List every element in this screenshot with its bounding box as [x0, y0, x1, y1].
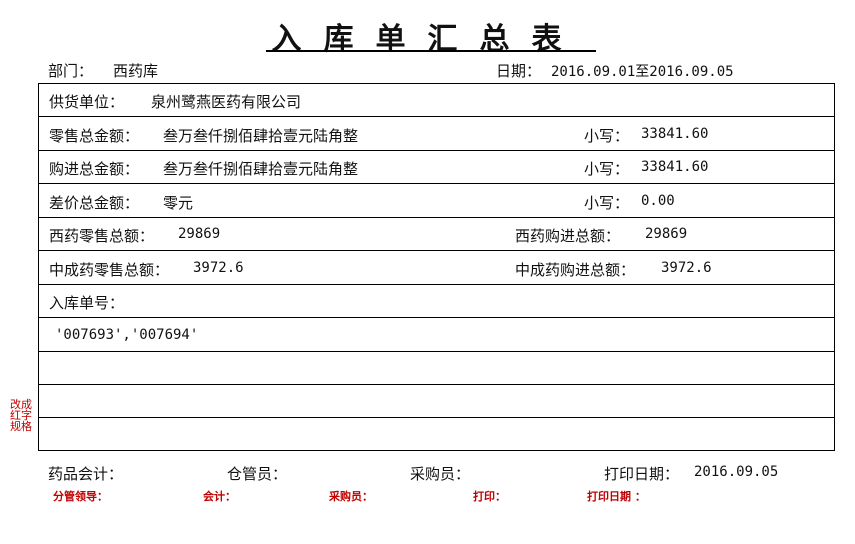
- chinese-purchase-label: 中成药购进总额：: [515, 261, 636, 279]
- diff-small-label: 小写：: [584, 194, 630, 212]
- order-no-label-row: 入库单号：: [39, 285, 834, 318]
- western-retail-value: 29869: [178, 226, 221, 242]
- chinese-retail-label: 中成药零售总额：: [49, 261, 170, 279]
- order-no-value: '007693','007694': [55, 327, 199, 343]
- retail-small-label: 小写：: [584, 127, 630, 145]
- diff-small-value: 0.00: [641, 193, 675, 209]
- date-value: 2016.09.01至2016.09.05: [551, 64, 734, 80]
- dept-label: 部门：: [48, 62, 94, 80]
- chinese-row: 中成药零售总额： 3972.6 中成药购进总额： 3972.6: [39, 252, 834, 285]
- retail-total-value: 叁万叁仟捌佰肆拾壹元陆角整: [163, 127, 359, 145]
- western-purchase-value: 29869: [645, 226, 688, 242]
- side-note: 改成红字规格: [10, 398, 32, 433]
- purchase-total-label: 购进总金额：: [49, 160, 140, 178]
- chinese-retail-value: 3972.6: [193, 260, 244, 276]
- buyer-label: 采购员：: [410, 465, 471, 483]
- leader-signature-label: 分管领导：: [53, 490, 108, 503]
- retail-small-value: 33841.60: [641, 126, 709, 142]
- print-date-label: 打印日期：: [604, 465, 680, 483]
- date-label: 日期：: [496, 62, 542, 80]
- diff-total-row: 差价总金额： 零元 小写： 0.00: [39, 185, 834, 218]
- western-row: 西药零售总额： 29869 西药购进总额： 29869: [39, 218, 834, 251]
- accountant-signature-label: 会计：: [203, 490, 236, 503]
- supplier-row: 供货单位： 泉州鹭燕医药有限公司: [39, 84, 834, 117]
- blank-row: [39, 385, 834, 418]
- print-date-signature-label: 打印日期 ：: [587, 490, 646, 503]
- blank-row: [39, 352, 834, 385]
- chinese-purchase-value: 3972.6: [661, 260, 712, 276]
- diff-total-value: 零元: [163, 194, 194, 212]
- summary-table: 供货单位： 泉州鹭燕医药有限公司 零售总金额： 叁万叁仟捌佰肆拾壹元陆角整 小写…: [38, 83, 835, 451]
- western-retail-label: 西药零售总额：: [49, 227, 155, 245]
- retail-total-row: 零售总金额： 叁万叁仟捌佰肆拾壹元陆角整 小写： 33841.60: [39, 118, 834, 151]
- purchase-total-row: 购进总金额： 叁万叁仟捌佰肆拾壹元陆角整 小写： 33841.60: [39, 151, 834, 184]
- print-signature-label: 打印：: [473, 490, 506, 503]
- order-no-label: 入库单号：: [49, 294, 125, 312]
- purchase-small-value: 33841.60: [641, 159, 709, 175]
- blank-row: [39, 419, 834, 452]
- purchase-total-value: 叁万叁仟捌佰肆拾壹元陆角整: [163, 160, 359, 178]
- warehouse-label: 仓管员：: [227, 465, 288, 483]
- accountant-label: 药品会计：: [48, 465, 124, 483]
- print-date-value: 2016.09.05: [694, 464, 779, 480]
- supplier-value: 泉州鹭燕医药有限公司: [151, 93, 302, 111]
- order-no-value-row: '007693','007694': [39, 319, 834, 352]
- supplier-label: 供货单位：: [49, 93, 125, 111]
- retail-total-label: 零售总金额：: [49, 127, 140, 145]
- purchase-small-label: 小写：: [584, 160, 630, 178]
- buyer-signature-label: 采购员：: [329, 490, 373, 503]
- diff-total-label: 差价总金额：: [49, 194, 140, 212]
- title-underline: [266, 50, 596, 52]
- western-purchase-label: 西药购进总额：: [515, 227, 621, 245]
- dept-value: 西药库: [113, 62, 159, 80]
